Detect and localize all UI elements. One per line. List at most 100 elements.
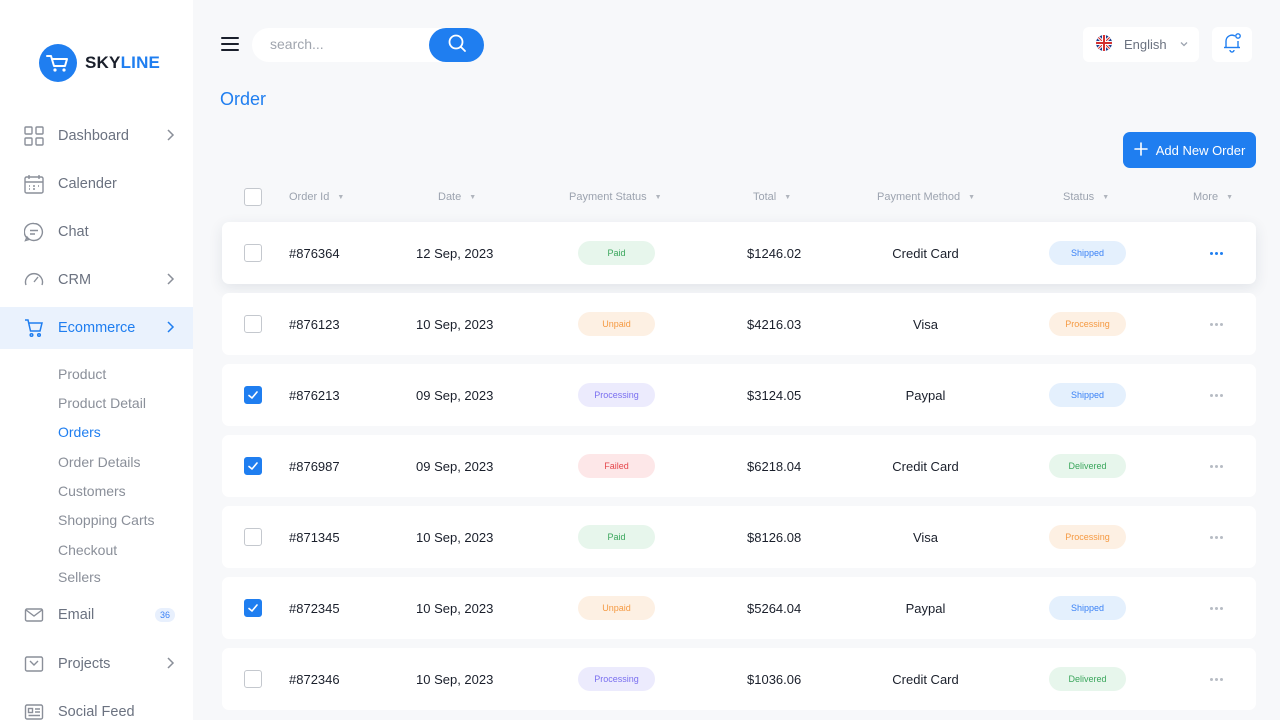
sidebar-subitem-sellers[interactable]: Sellers — [58, 569, 101, 585]
payment-status-badge: Processing — [578, 667, 655, 691]
search-input[interactable] — [270, 36, 410, 52]
language-selector[interactable]: English — [1083, 27, 1199, 62]
row-checkbox[interactable] — [244, 315, 262, 333]
row-checkbox[interactable] — [244, 528, 262, 546]
table-row[interactable]: #876364 12 Sep, 2023 Paid $1246.02 Credit Ca… — [222, 222, 1256, 284]
more-options-icon[interactable] — [1203, 596, 1229, 620]
sidebar-item-crm[interactable]: CRM — [0, 259, 193, 301]
order-date: 10 Sep, 2023 — [416, 316, 494, 332]
order-total: $4216.03 — [747, 316, 802, 332]
column-header-payment-status[interactable]: Payment Status ▼ — [569, 191, 662, 203]
status-badge: Processing — [1049, 525, 1126, 549]
page-title: Order — [220, 89, 267, 109]
payment-method: Visa — [912, 316, 939, 332]
table-row[interactable]: #871345 10 Sep, 2023 Paid $8126.08 Visa Proce… — [222, 506, 1256, 568]
sidebar-subitem-checkout[interactable]: Checkout — [58, 542, 117, 558]
order-total: $1036.06 — [747, 671, 802, 687]
sidebar-item-label: CRM — [58, 272, 92, 288]
cart-icon — [24, 318, 44, 338]
payment-method: Paypal — [905, 600, 946, 616]
more-options-icon[interactable] — [1203, 383, 1229, 407]
menu-toggle-icon[interactable] — [221, 36, 239, 52]
payment-method: Credit Card — [892, 671, 959, 687]
order-id[interactable]: #876987 — [289, 435, 340, 497]
sidebar-subitem-customers[interactable]: Customers — [58, 483, 126, 499]
column-header-order-id[interactable]: Order Id ▼ — [289, 191, 344, 203]
table-row[interactable]: #876123 10 Sep, 2023 Unpaid $4216.03 Visa Pro… — [222, 293, 1256, 355]
table-row[interactable]: #872345 10 Sep, 2023 Unpaid $5264.04 Paypal S… — [222, 577, 1256, 639]
sidebar-item-chat[interactable]: Chat — [0, 211, 193, 253]
order-date: 09 Sep, 2023 — [416, 458, 494, 474]
payment-method: Visa — [912, 529, 939, 545]
mail-icon — [24, 605, 44, 625]
sort-arrow-icon: ▼ — [1226, 193, 1233, 201]
sidebar-item-ecommerce[interactable]: Ecommerce — [0, 307, 193, 349]
chevron-right-icon — [163, 320, 177, 334]
sidebar-subitem-shopping-carts[interactable]: Shopping Carts — [58, 512, 155, 528]
folder-icon — [24, 654, 44, 674]
order-id[interactable]: #872346 — [289, 648, 340, 710]
row-checkbox[interactable] — [244, 670, 262, 688]
more-options-icon[interactable] — [1203, 312, 1229, 336]
order-id[interactable]: #872345 — [289, 577, 340, 639]
chevron-down-icon — [1179, 37, 1189, 52]
check-icon — [248, 604, 258, 612]
header-label: Payment Status — [569, 191, 647, 203]
header-label: Date — [438, 191, 462, 203]
order-total: $5264.04 — [747, 600, 802, 616]
feed-icon — [24, 702, 44, 720]
gauge-icon — [24, 270, 44, 290]
payment-method: Credit Card — [892, 458, 959, 474]
header-label: Order Id — [289, 191, 330, 203]
status-badge: Shipped — [1049, 241, 1126, 265]
sidebar: SKYLINE Dashboard Calender Chat CRM Ecom… — [0, 0, 193, 720]
add-new-order-button[interactable]: Add New Order — [1123, 132, 1256, 168]
notifications-button[interactable] — [1212, 27, 1252, 62]
column-header-payment-method[interactable]: Payment Method ▼ — [877, 191, 975, 203]
logo[interactable]: SKYLINE — [39, 44, 160, 82]
table-row[interactable]: #876987 09 Sep, 2023 Failed $6218.04 Credit … — [222, 435, 1256, 497]
row-checkbox[interactable] — [244, 244, 262, 262]
table-row[interactable]: #876213 09 Sep, 2023 Processing $3124.05 Pay… — [222, 364, 1256, 426]
sort-arrow-icon: ▼ — [654, 193, 662, 201]
more-options-icon[interactable] — [1203, 241, 1229, 265]
brand-name-part1: SKY — [85, 53, 121, 72]
sidebar-item-label: Calender — [58, 176, 117, 192]
sidebar-item-projects[interactable]: Projects — [0, 643, 193, 685]
sidebar-subitem-product-detail[interactable]: Product Detail — [58, 395, 146, 411]
sidebar-item-label: Ecommerce — [58, 320, 136, 336]
sidebar-item-label: Social Feed — [58, 704, 135, 720]
more-options-icon[interactable] — [1203, 667, 1229, 691]
cart-logo-icon — [39, 44, 77, 82]
order-id[interactable]: #876213 — [289, 364, 340, 426]
sidebar-subitem-orders[interactable]: Orders — [58, 424, 101, 440]
column-header-status[interactable]: Status ▼ — [1063, 191, 1109, 203]
column-header-date[interactable]: Date ▼ — [438, 191, 476, 203]
sidebar-subitem-order-details[interactable]: Order Details — [58, 454, 140, 470]
table-row[interactable]: #872346 10 Sep, 2023 Processing $1036.06 Cre… — [222, 648, 1256, 710]
chevron-right-icon — [163, 656, 177, 670]
column-header-more[interactable]: More ▼ — [1193, 191, 1233, 203]
more-options-icon[interactable] — [1203, 525, 1229, 549]
sidebar-item-dashboard[interactable]: Dashboard — [0, 115, 193, 157]
sidebar-item-calender[interactable]: Calender — [0, 163, 193, 205]
select-all-checkbox[interactable] — [244, 188, 262, 206]
row-checkbox[interactable] — [244, 457, 262, 475]
order-id[interactable]: #871345 — [289, 506, 340, 568]
sidebar-item-social-feed[interactable]: Social Feed — [0, 691, 193, 720]
search-button[interactable] — [429, 28, 484, 62]
sidebar-item-email[interactable]: Email 36 — [0, 594, 193, 636]
sidebar-item-label: Email — [58, 607, 95, 623]
order-total: $1246.02 — [747, 245, 802, 261]
sidebar-item-label: Projects — [58, 656, 111, 672]
chat-icon — [24, 222, 44, 242]
sidebar-subitem-product[interactable]: Product — [58, 366, 106, 382]
check-icon — [248, 462, 258, 470]
row-checkbox[interactable] — [244, 599, 262, 617]
order-id[interactable]: #876364 — [289, 222, 340, 284]
more-options-icon[interactable] — [1203, 454, 1229, 478]
row-checkbox[interactable] — [244, 386, 262, 404]
order-id[interactable]: #876123 — [289, 293, 340, 355]
sidebar-item-label: Dashboard — [58, 128, 129, 144]
column-header-total[interactable]: Total ▼ — [753, 191, 791, 203]
